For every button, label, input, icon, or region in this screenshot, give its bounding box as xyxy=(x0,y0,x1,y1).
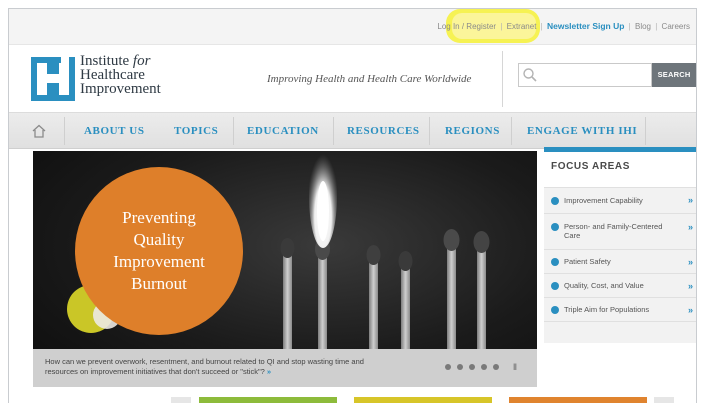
nav-separator xyxy=(64,117,65,145)
nav-resources[interactable]: RESOURCES xyxy=(347,125,420,137)
carousel-dot[interactable] xyxy=(469,364,475,370)
nav-separator xyxy=(333,117,334,145)
focus-item-label: Person- and Family-Centered Care xyxy=(564,222,663,240)
nav-topics[interactable]: TOPICS xyxy=(174,125,218,137)
main-nav: ABOUT US TOPICS EDUCATION RESOURCES REGI… xyxy=(9,113,696,149)
nav-separator xyxy=(233,117,234,145)
bullet-icon xyxy=(551,258,559,266)
chevron-right-icon: » xyxy=(687,195,693,205)
focus-item-improvement-capability[interactable]: Improvement Capability » xyxy=(544,187,696,213)
promo-tile-spacer xyxy=(171,397,191,403)
search-button[interactable]: SEARCH xyxy=(652,63,696,87)
utility-bar: Log In / Register | Extranet | Newslette… xyxy=(9,9,696,45)
promo-tile-spacer xyxy=(654,397,674,403)
blog-link[interactable]: Blog xyxy=(635,22,651,31)
bullet-icon xyxy=(551,306,559,314)
hero-title-line: Preventing xyxy=(122,208,196,227)
bullet-icon xyxy=(551,197,559,205)
promo-tile-green[interactable] xyxy=(199,397,337,403)
focus-item-label: Triple Aim for Populations xyxy=(564,305,650,314)
focus-item-label: Improvement Capability xyxy=(564,196,643,205)
careers-link[interactable]: Careers xyxy=(662,22,690,31)
nav-about-us[interactable]: ABOUT US xyxy=(84,125,145,137)
nav-engage-with-ihi[interactable]: ENGAGE WITH IHI xyxy=(527,125,637,137)
ihi-logo-icon[interactable] xyxy=(31,57,75,101)
nav-separator xyxy=(511,117,512,145)
hero-title-line: Improvement xyxy=(113,252,205,271)
search-field[interactable] xyxy=(518,63,652,87)
search-icon xyxy=(523,68,537,82)
focus-areas-title: FOCUS AREAS xyxy=(551,161,631,172)
promo-tile-orange[interactable] xyxy=(509,397,647,403)
utility-separator: | xyxy=(540,22,543,31)
bullet-icon xyxy=(551,282,559,290)
focus-areas-topbar xyxy=(544,147,696,152)
promo-tile-yellow[interactable] xyxy=(354,397,492,403)
carousel-pause-icon[interactable]: II xyxy=(513,362,517,372)
carousel-dot[interactable] xyxy=(481,364,487,370)
hero-caption[interactable]: How can we prevent overwork, resentment,… xyxy=(45,357,375,377)
site-tagline: Improving Health and Health Care Worldwi… xyxy=(267,73,472,85)
focus-areas-panel: FOCUS AREAS Improvement Capability » Per… xyxy=(544,147,696,343)
newsletter-signup-link[interactable]: Newsletter Sign Up xyxy=(547,21,624,31)
utility-separator: | xyxy=(628,22,631,31)
hero-title-line: Quality xyxy=(133,230,185,249)
hero-caption-arrow[interactable]: » xyxy=(267,367,271,376)
header-divider xyxy=(502,51,503,107)
chevron-right-icon: » xyxy=(687,257,693,267)
hero-title[interactable]: Preventing Quality Improvement Burnout xyxy=(75,207,243,295)
utility-separator: | xyxy=(500,22,503,31)
carousel-dot[interactable] xyxy=(445,364,451,370)
focus-item-label: Patient Safety xyxy=(564,257,611,266)
search-input[interactable] xyxy=(519,64,651,86)
nav-education[interactable]: EDUCATION xyxy=(247,125,319,137)
carousel-dot[interactable] xyxy=(493,364,499,370)
site-header: Institute for Healthcare Improvement Imp… xyxy=(9,45,696,113)
hero-caption-text: How can we prevent overwork, resentment,… xyxy=(45,357,364,376)
focus-areas-filler xyxy=(544,321,696,343)
focus-item-person-family-centered-care[interactable]: Person- and Family-Centered Care » xyxy=(544,213,696,249)
focus-item-quality-cost-value[interactable]: Quality, Cost, and Value » xyxy=(544,273,696,297)
hero-title-line: Burnout xyxy=(131,274,187,293)
bullet-icon xyxy=(551,223,559,231)
extranet-link[interactable]: Extranet xyxy=(507,22,537,31)
focus-item-label: Quality, Cost, and Value xyxy=(564,281,644,290)
chevron-right-icon: » xyxy=(687,281,693,291)
browser-page: Log In / Register | Extranet | Newslette… xyxy=(8,8,697,403)
logo-wordmark[interactable]: Institute for Healthcare Improvement xyxy=(80,54,161,97)
focus-item-triple-aim[interactable]: Triple Aim for Populations » xyxy=(544,297,696,321)
utility-separator: | xyxy=(655,22,658,31)
chevron-right-icon: » xyxy=(687,222,693,232)
home-icon[interactable] xyxy=(31,123,47,139)
logo-line-2: Healthcare xyxy=(80,67,145,83)
hero-carousel[interactable]: Preventing Quality Improvement Burnout H… xyxy=(33,151,537,387)
login-register-link[interactable]: Log In / Register xyxy=(437,22,496,31)
nav-regions[interactable]: REGIONS xyxy=(445,125,500,137)
focus-item-patient-safety[interactable]: Patient Safety » xyxy=(544,249,696,273)
logo-line-3: Improvement xyxy=(80,81,161,97)
nav-separator xyxy=(429,117,430,145)
nav-separator xyxy=(645,117,646,145)
utility-links: Log In / Register | Extranet | Newslette… xyxy=(437,21,690,31)
chevron-right-icon: » xyxy=(687,305,693,315)
carousel-dot[interactable] xyxy=(457,364,463,370)
